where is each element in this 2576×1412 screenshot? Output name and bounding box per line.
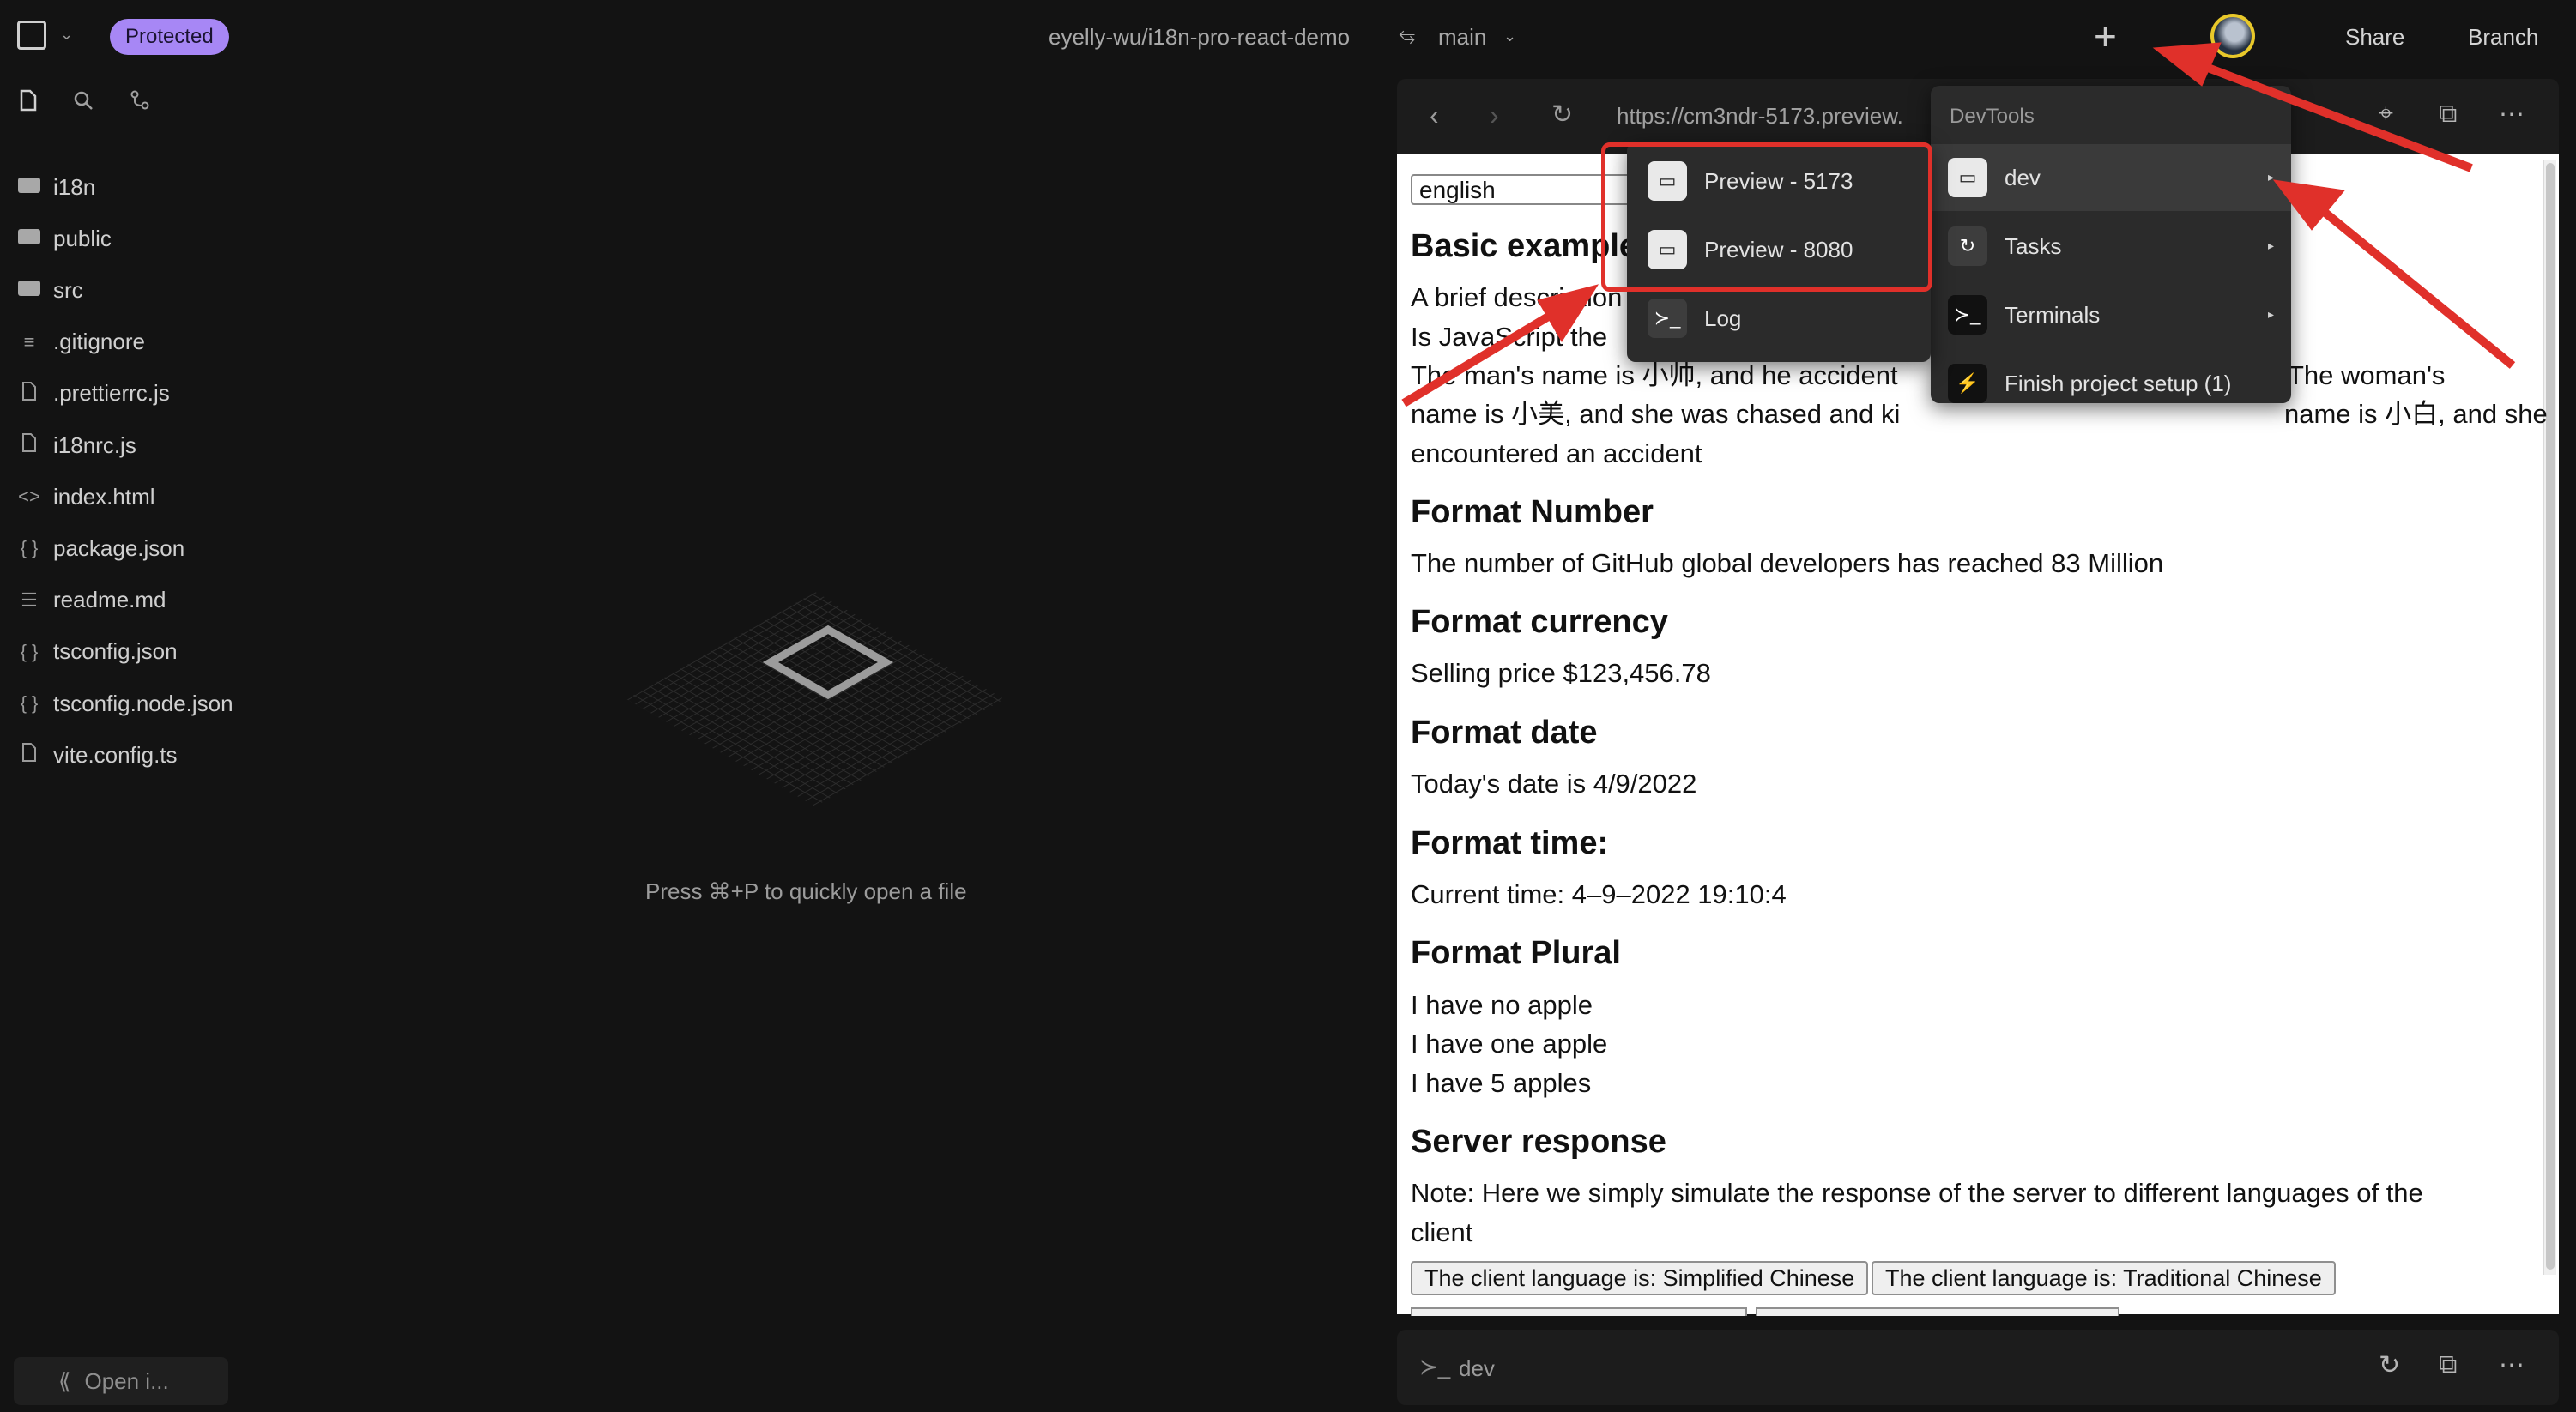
arrow-to-previews <box>1401 306 1561 407</box>
annotation-arrows <box>1401 42 2516 407</box>
arrow-head <box>1537 284 1599 342</box>
arrow-to-plus <box>2195 59 2473 172</box>
arrow-head <box>2152 42 2222 87</box>
arrow-to-dev <box>2313 202 2516 369</box>
